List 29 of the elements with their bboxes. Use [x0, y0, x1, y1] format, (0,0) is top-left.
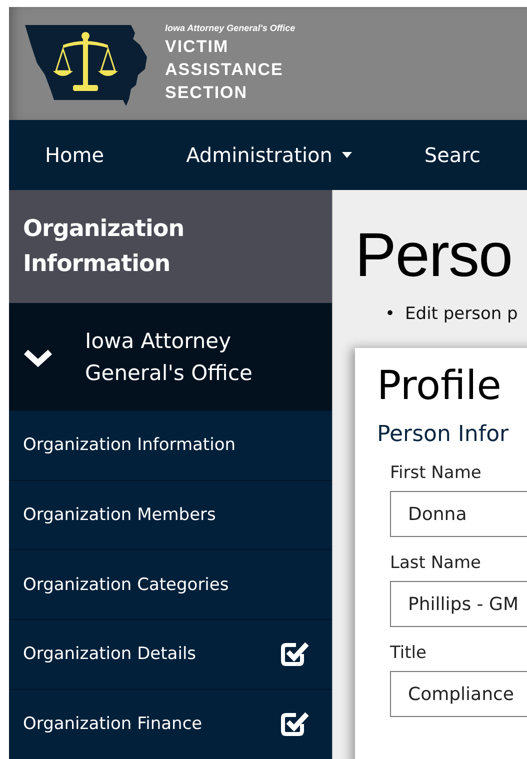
nav-link[interactable]: Administration — [150, 143, 388, 167]
sidebar-item[interactable]: Organization Details — [9, 619, 332, 689]
item-label: Organization Finance — [23, 714, 202, 734]
site-title-line: ASSISTANCE — [165, 59, 284, 81]
sidebar-group[interactable]: Iowa Attorney General's Office — [9, 303, 332, 410]
field-label: First Name — [390, 463, 482, 483]
sidebar-item[interactable]: Organization Finance — [9, 688, 332, 758]
caret-icon — [342, 152, 352, 158]
office-name: Iowa Attorney General's Office — [165, 23, 296, 33]
site-title-line: VICTIM — [165, 36, 230, 58]
card-title: Profile — [377, 362, 502, 410]
input-field[interactable]: Compliance — [390, 671, 527, 717]
page-title: Perso — [355, 220, 513, 292]
item-label: Organization Details — [23, 644, 196, 664]
site-title-line: SECTION — [165, 82, 249, 104]
nav-link[interactable]: Searc — [388, 143, 516, 167]
field-label: Last Name — [390, 553, 482, 573]
input-field[interactable]: Donna — [390, 491, 527, 537]
nav-link[interactable]: Home — [9, 143, 150, 167]
input-field[interactable]: Phillips - GM — [390, 581, 527, 627]
field-label: Title — [390, 643, 428, 663]
bullet-mark: • — [385, 304, 396, 324]
item-label: Organization Information — [23, 435, 236, 456]
section-heading: Person Infor — [377, 422, 510, 447]
instruction-text: Edit person p — [405, 304, 518, 324]
item-label: Organization Members — [23, 505, 216, 526]
sidebar-title: Organization Information — [9, 190, 332, 303]
group-label: Iowa Attorney General's Office — [85, 328, 254, 386]
item-label: Organization Categories — [23, 574, 229, 595]
